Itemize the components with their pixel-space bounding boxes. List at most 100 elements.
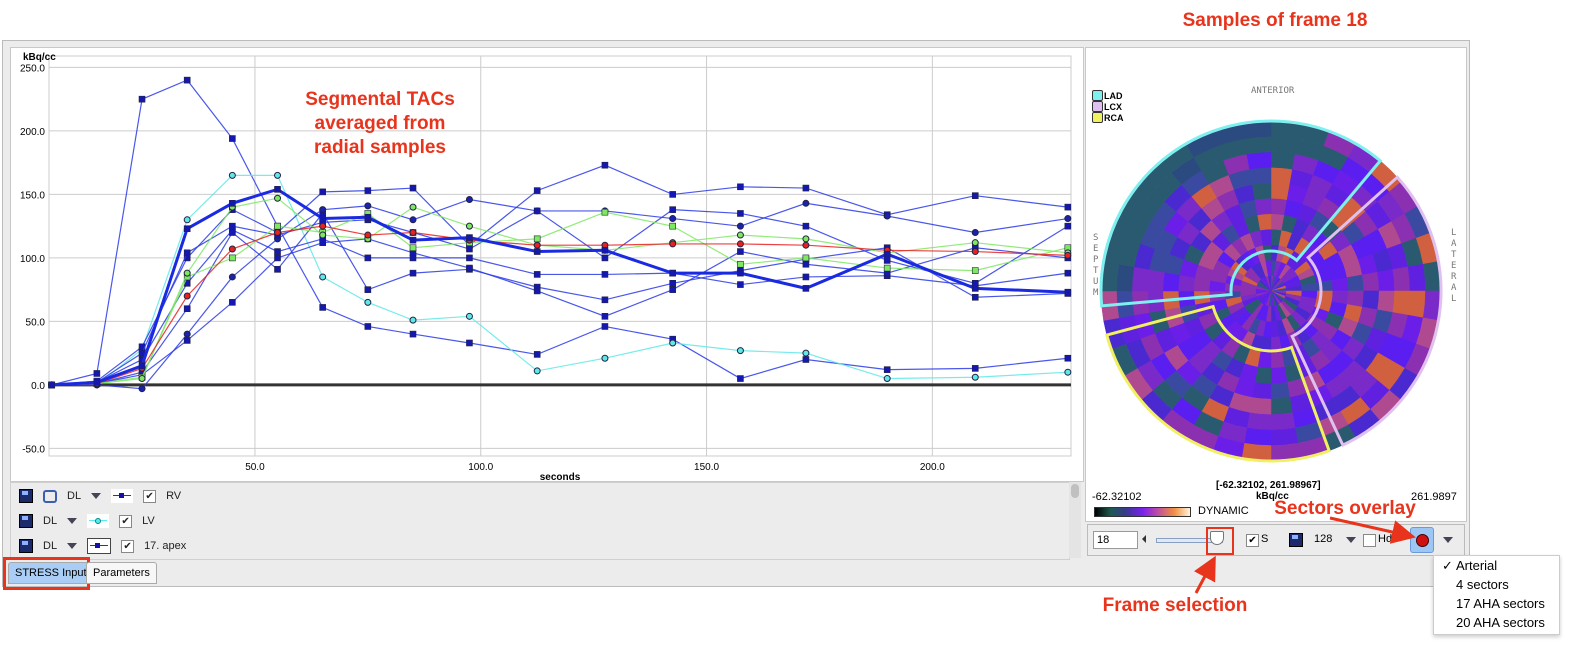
rca-label: RCA [1104, 112, 1124, 123]
polar-sample [1243, 136, 1272, 155]
lateral-label: LATERAL [1451, 228, 1457, 304]
data-point [669, 222, 676, 230]
menu-item-20-aha[interactable]: 20 AHA sectors [1434, 613, 1559, 632]
resolution-select[interactable]: 128 [1314, 533, 1332, 545]
data-point [669, 240, 677, 248]
data-point [971, 229, 979, 237]
save-icon[interactable] [19, 514, 33, 528]
artery-legend: LAD LCX RCA [1092, 90, 1124, 123]
save-icon[interactable] [19, 489, 33, 503]
tab-parameters[interactable]: Parameters [86, 562, 157, 584]
data-point [669, 269, 676, 277]
lv-label: LV [142, 515, 155, 527]
sectors-overlay-button[interactable] [1410, 527, 1434, 553]
polar-sample [1246, 151, 1272, 170]
data-point [183, 249, 191, 257]
rv-label: RV [166, 490, 182, 502]
data-point [183, 330, 191, 338]
data-point [319, 222, 327, 230]
marker-square-icon[interactable] [87, 538, 112, 554]
mode-label: DL [43, 540, 58, 552]
apex-checkbox[interactable]: ✔ [121, 539, 135, 553]
lv-checkbox[interactable]: ✔ [119, 514, 133, 528]
overlay-menu-chevron-icon[interactable] [1443, 537, 1453, 543]
frame-slider-highlight [1206, 527, 1234, 555]
rv-checkbox[interactable]: ✔ [143, 489, 157, 503]
min-value: -62.32102 [1092, 491, 1142, 503]
data-point [601, 323, 609, 330]
y-axis-label: kBq/cc [23, 52, 56, 63]
data-point [364, 231, 372, 239]
menu-item-17-aha[interactable]: 17 AHA sectors [1434, 594, 1559, 613]
save-icon[interactable] [1289, 533, 1303, 547]
prev-frame-icon[interactable] [1142, 535, 1146, 543]
data-point [274, 222, 281, 230]
marker-square-icon[interactable] [111, 489, 134, 503]
data-point [364, 202, 372, 210]
data-point [971, 373, 979, 381]
septum-label: SEPTUM [1093, 233, 1099, 298]
data-point [737, 260, 744, 268]
data-point [138, 362, 146, 370]
data-point [1064, 203, 1072, 211]
polar-map[interactable] [1086, 48, 1466, 521]
data-point [802, 260, 810, 268]
menu-item-4-sectors[interactable]: 4 sectors [1434, 575, 1559, 594]
data-point [274, 248, 281, 255]
data-point [409, 316, 417, 324]
frame-input[interactable]: 18 [1093, 531, 1138, 549]
data-point [601, 296, 609, 304]
data-point [883, 264, 891, 272]
data-point [802, 222, 810, 230]
save-icon[interactable] [19, 539, 33, 553]
data-point [466, 245, 473, 253]
apex-label: 17. apex [144, 540, 187, 552]
polar-sample [1270, 351, 1285, 369]
plot-area [48, 55, 1072, 457]
chevron-down-icon[interactable] [67, 518, 78, 524]
polar-sample [1392, 266, 1411, 292]
data-point [183, 292, 191, 300]
data-point [533, 241, 541, 249]
tac-chart-panel: 50.0 100.0 150.0 200.0 -50.0 0.0 50.0 100.0 150.… [10, 47, 1084, 483]
data-point [802, 241, 810, 249]
polar-sample [1270, 167, 1293, 185]
data-point [971, 239, 979, 247]
data-point [465, 195, 473, 203]
chevron-down-icon[interactable] [1346, 537, 1356, 543]
data-point [274, 194, 282, 202]
polar-sample [1254, 198, 1272, 216]
lad-swatch-icon [1092, 90, 1103, 101]
chevron-down-icon[interactable] [67, 543, 78, 549]
data-point [183, 225, 191, 232]
mode-label: DL [67, 490, 82, 502]
menu-item-arterial[interactable]: ✓ Arterial [1434, 556, 1559, 575]
camera-icon[interactable] [43, 489, 57, 503]
tac-chart[interactable]: 50.0 100.0 150.0 200.0 -50.0 0.0 50.0 100.0 150.… [11, 48, 1083, 483]
x-tick-label: 100.0 [468, 462, 493, 473]
chevron-down-icon[interactable] [91, 493, 102, 499]
polar-sample [1331, 277, 1349, 292]
data-point [319, 273, 327, 281]
legend-scrollbar[interactable] [1069, 482, 1081, 558]
data-point [802, 254, 810, 262]
data-point [409, 229, 417, 237]
s-checkbox[interactable]: ✔ [1246, 534, 1259, 547]
polar-sample [1270, 151, 1296, 170]
data-point [229, 135, 236, 142]
data-point [93, 379, 101, 386]
data-point [183, 76, 191, 84]
data-point [669, 286, 676, 293]
y-tick-label: 100.0 [20, 254, 45, 265]
hdr-checkbox[interactable] [1363, 534, 1376, 547]
data-point [319, 304, 326, 311]
data-point [669, 215, 677, 223]
mode-label: DL [43, 515, 58, 527]
data-point [319, 188, 326, 196]
data-point [883, 257, 891, 264]
data-point [409, 216, 417, 224]
data-point [1064, 222, 1072, 230]
sectors-overlay-menu: ✓ Arterial 4 sectors 17 AHA sectors 20 AH… [1433, 555, 1560, 635]
data-point [274, 266, 281, 273]
marker-circle-icon[interactable] [87, 514, 110, 528]
